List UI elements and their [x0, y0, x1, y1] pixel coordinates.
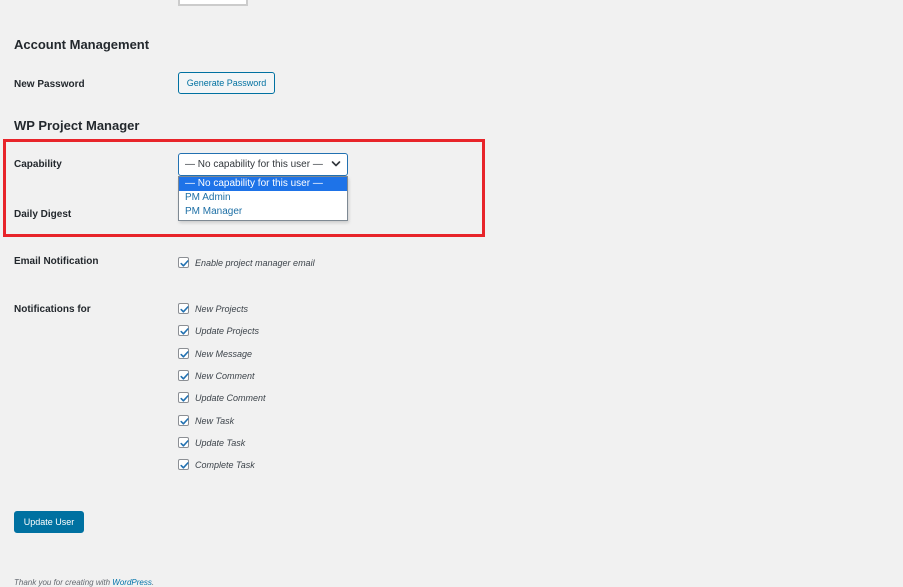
- notify-checkbox-update-comment[interactable]: [178, 392, 189, 403]
- notify-label-new-comment: New Comment: [195, 371, 255, 381]
- update-user-button[interactable]: Update User: [14, 511, 84, 533]
- checkmark-icon: [180, 373, 189, 380]
- checkmark-icon: [180, 418, 189, 425]
- wp-project-manager-heading: WP Project Manager: [14, 118, 140, 133]
- email-notification-label: Email Notification: [14, 256, 99, 267]
- notify-checkbox-update-task[interactable]: [178, 437, 189, 448]
- email-notification-checkbox[interactable]: [178, 257, 189, 268]
- footer-suffix: .: [151, 578, 155, 587]
- checkmark-icon: [180, 328, 189, 335]
- avatar: [178, 0, 248, 6]
- footer-credit: Thank you for creating with WordPress.: [14, 578, 154, 587]
- notify-label-update-projects: Update Projects: [195, 326, 260, 336]
- notify-checkbox-new-message[interactable]: [178, 348, 189, 359]
- notify-label-update-comment: Update Comment: [195, 393, 266, 403]
- checkmark-icon: [180, 351, 189, 358]
- notify-label-update-task: Update Task: [195, 438, 246, 448]
- checkmark-icon: [180, 395, 189, 402]
- email-notification-checkbox-label: Enable project manager email: [195, 258, 315, 268]
- notifications-for-label: Notifications for: [14, 304, 91, 315]
- checkmark-icon: [180, 440, 189, 447]
- checkmark-icon: [180, 260, 189, 267]
- generate-password-button[interactable]: Generate Password: [178, 72, 275, 94]
- notify-checkbox-update-projects[interactable]: [178, 325, 189, 336]
- notify-checkbox-new-projects[interactable]: [178, 303, 189, 314]
- wordpress-link[interactable]: WordPress: [112, 578, 152, 587]
- notify-checkbox-complete-task[interactable]: [178, 459, 189, 470]
- notify-label-new-task: New Task: [195, 416, 235, 426]
- notify-checkbox-new-comment[interactable]: [178, 370, 189, 381]
- notify-label-new-message: New Message: [195, 349, 253, 359]
- account-management-heading: Account Management: [14, 37, 150, 52]
- notify-checkbox-new-task[interactable]: [178, 415, 189, 426]
- footer-text: Thank you for creating with: [14, 578, 113, 587]
- checkmark-icon: [180, 306, 189, 313]
- new-password-label: New Password: [14, 79, 85, 90]
- notify-label-complete-task: Complete Task: [195, 460, 255, 470]
- checkmark-icon: [180, 462, 189, 469]
- highlight-annotation-box: [3, 139, 485, 237]
- notify-label-new-projects: New Projects: [195, 304, 249, 314]
